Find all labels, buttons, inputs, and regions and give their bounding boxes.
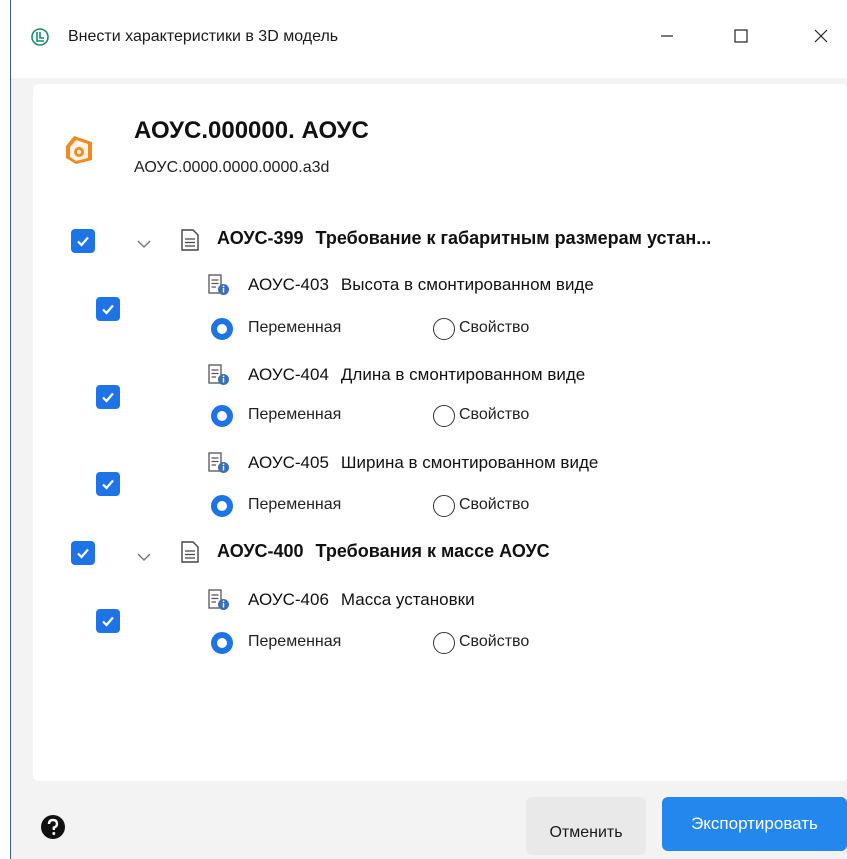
checkmark-icon	[102, 392, 114, 403]
checkmark-icon	[77, 236, 89, 247]
export-button[interactable]: Экспортировать	[662, 797, 847, 851]
item-title: Высота в смонтированном виде	[340, 275, 594, 294]
radio-variable-aous-404[interactable]	[211, 405, 233, 427]
group-label-aous-400: АОУС-400 Требования к массе АОУС	[217, 541, 550, 562]
requirement-info-icon	[208, 452, 230, 474]
radio-variable-aous-405[interactable]	[211, 495, 233, 517]
checkmark-icon	[102, 616, 114, 627]
checkmark-icon	[102, 479, 114, 490]
radio-property-label: Свойство	[459, 633, 530, 650]
model-title: АОУС.000000. АОУС	[134, 117, 369, 144]
radio-variable-label: Переменная	[248, 633, 342, 650]
radio-variable-aous-403[interactable]	[211, 318, 233, 340]
item-label-aous-405: АОУС-405 Ширина в смонтированном виде	[248, 453, 598, 473]
requirement-info-icon	[208, 274, 230, 296]
radio-variable-label: Переменная	[248, 496, 342, 513]
document-icon	[181, 229, 199, 251]
cancel-button[interactable]: Отменить	[526, 797, 646, 855]
radio-property-label: Свойство	[459, 406, 530, 423]
window-title: Внести характеристики в 3D модель	[68, 28, 339, 45]
group-title: Требование к габаритным размерам устан..…	[315, 228, 712, 248]
model-icon	[62, 132, 96, 166]
item-title: Длина в смонтированном виде	[340, 365, 586, 384]
item-code: АОУС-404	[248, 365, 329, 384]
item-code: АОУС-403	[248, 275, 329, 294]
radio-variable-label: Переменная	[248, 406, 342, 423]
item-checkbox-aous-403[interactable]	[96, 297, 120, 321]
close-icon	[814, 29, 828, 43]
radio-property-aous-403[interactable]	[433, 318, 455, 340]
content-panel	[33, 84, 847, 781]
model-file-name: АОУС.0000.0000.0000.a3d	[134, 159, 330, 176]
item-checkbox-aous-405[interactable]	[96, 472, 120, 496]
requirement-info-icon	[208, 589, 230, 611]
item-title: Масса установки	[340, 590, 475, 609]
document-icon	[181, 541, 199, 563]
item-label-aous-404: АОУС-404 Длина в смонтированном виде	[248, 365, 585, 385]
group-label-aous-399: АОУС-399 Требование к габаритным размерам…	[217, 228, 711, 249]
radio-property-label: Свойство	[459, 496, 530, 513]
item-label-aous-403: АОУС-403 Высота в смонтированном виде	[248, 275, 594, 295]
group-checkbox-aous-400[interactable]	[71, 541, 95, 565]
radio-variable-label: Переменная	[248, 319, 342, 336]
close-button[interactable]	[798, 18, 844, 54]
help-icon[interactable]	[40, 814, 66, 840]
radio-variable-aous-406[interactable]	[211, 632, 233, 654]
item-checkbox-aous-406[interactable]	[96, 609, 120, 633]
group-title: Требования к массе АОУС	[315, 541, 550, 561]
checkmark-icon	[77, 548, 89, 559]
maximize-icon	[734, 29, 748, 43]
minimize-icon	[661, 35, 673, 37]
chevron-down-icon[interactable]	[137, 549, 151, 561]
item-label-aous-406: АОУС-406 Масса установки	[248, 590, 475, 610]
checkmark-icon	[102, 304, 114, 315]
item-title: Ширина в смонтированном виде	[340, 453, 599, 472]
radio-property-aous-404[interactable]	[433, 405, 455, 427]
radio-property-aous-405[interactable]	[433, 495, 455, 517]
maximize-button[interactable]	[718, 18, 764, 54]
group-checkbox-aous-399[interactable]	[71, 229, 95, 253]
item-code: АОУС-405	[248, 453, 329, 472]
minimize-button[interactable]	[644, 18, 690, 54]
requirement-info-icon	[208, 364, 230, 386]
title-bar: Внести характеристики в 3D модель	[11, 0, 847, 78]
group-code: АОУС-400	[217, 541, 304, 561]
item-checkbox-aous-404[interactable]	[96, 385, 120, 409]
chevron-down-icon[interactable]	[137, 236, 151, 248]
radio-property-aous-406[interactable]	[433, 632, 455, 654]
radio-property-label: Свойство	[459, 319, 530, 336]
item-code: АОУС-406	[248, 590, 329, 609]
group-code: АОУС-399	[217, 228, 304, 248]
app-icon	[31, 28, 49, 46]
